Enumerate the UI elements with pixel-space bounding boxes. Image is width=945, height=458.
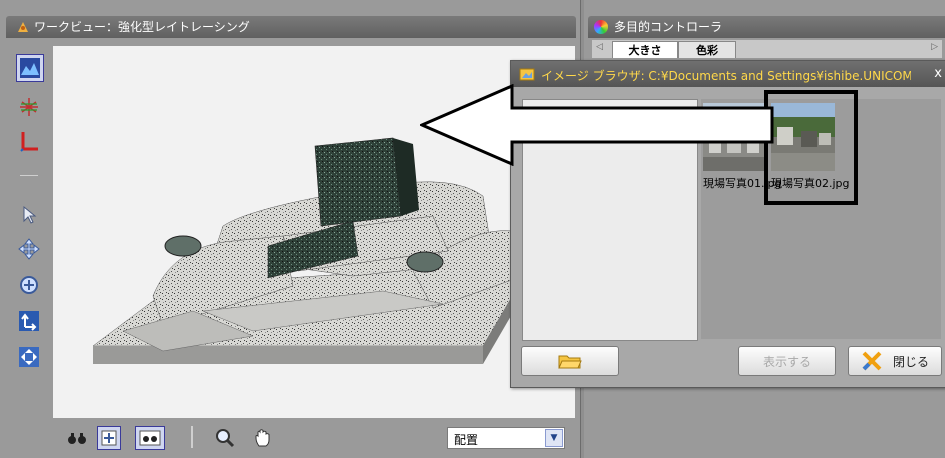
controller-titlebar: 多目的コントローラ — [588, 16, 945, 38]
placement-select[interactable]: 配置 ▼ — [447, 427, 565, 449]
work-view-bottom-toolbar: 配置 ▼ — [53, 418, 575, 458]
binoculars-icon[interactable] — [65, 426, 89, 450]
color-ball-icon — [594, 20, 608, 34]
placement-select-value: 配置 — [454, 433, 479, 447]
rotate-icon[interactable] — [16, 272, 42, 298]
binoculars-frame-icon[interactable] — [135, 426, 165, 450]
histogram-icon[interactable] — [16, 54, 44, 82]
hand-icon[interactable] — [251, 426, 275, 450]
close-button[interactable]: 閉じる — [848, 346, 942, 376]
work-view-title: ワークビュー：強化型レイトレーシング — [34, 20, 250, 34]
work-view-panel: ワークビュー：強化型レイトレーシング 配置 ▼ — [0, 0, 581, 458]
folder-image-icon — [519, 68, 535, 81]
close-icon[interactable]: x — [934, 66, 942, 81]
controller-title: 多目的コントローラ — [614, 20, 723, 34]
folder-open-icon — [558, 355, 582, 369]
tab-scroll-right-icon[interactable]: ▷ — [931, 42, 938, 52]
zoom-fit-icon[interactable] — [97, 426, 121, 450]
chevron-down-icon[interactable]: ▼ — [545, 429, 563, 447]
tab-color[interactable]: 色彩 — [678, 41, 736, 58]
image-browser-title: イメージ ブラウザ: C:¥Documents and Settings¥ish… — [541, 69, 911, 83]
show-button[interactable]: 表示する — [738, 346, 836, 376]
open-folder-button[interactable] — [521, 346, 619, 376]
tab-scroll-left-icon[interactable]: ◁ — [596, 42, 603, 52]
app-icon — [18, 22, 28, 32]
work-view-titlebar: ワークビュー：強化型レイトレーシング — [6, 16, 576, 38]
pointer-icon[interactable] — [16, 202, 42, 228]
magnifier-icon[interactable] — [213, 426, 237, 450]
separator — [16, 162, 42, 188]
fit-icon[interactable] — [16, 344, 42, 370]
close-x-icon — [862, 351, 882, 371]
move-icon[interactable] — [16, 236, 42, 262]
grid-icon[interactable] — [16, 94, 42, 120]
toolbar-divider — [191, 426, 193, 448]
annotation-arrow — [420, 84, 774, 166]
work-view-toolbar — [10, 46, 44, 458]
tab-size[interactable]: 大きさ — [612, 41, 678, 58]
axes-icon[interactable] — [16, 128, 42, 154]
up-arrow-icon[interactable] — [16, 308, 42, 334]
controller-tabs: ◁ 大きさ 色彩 ▷ — [592, 40, 942, 58]
